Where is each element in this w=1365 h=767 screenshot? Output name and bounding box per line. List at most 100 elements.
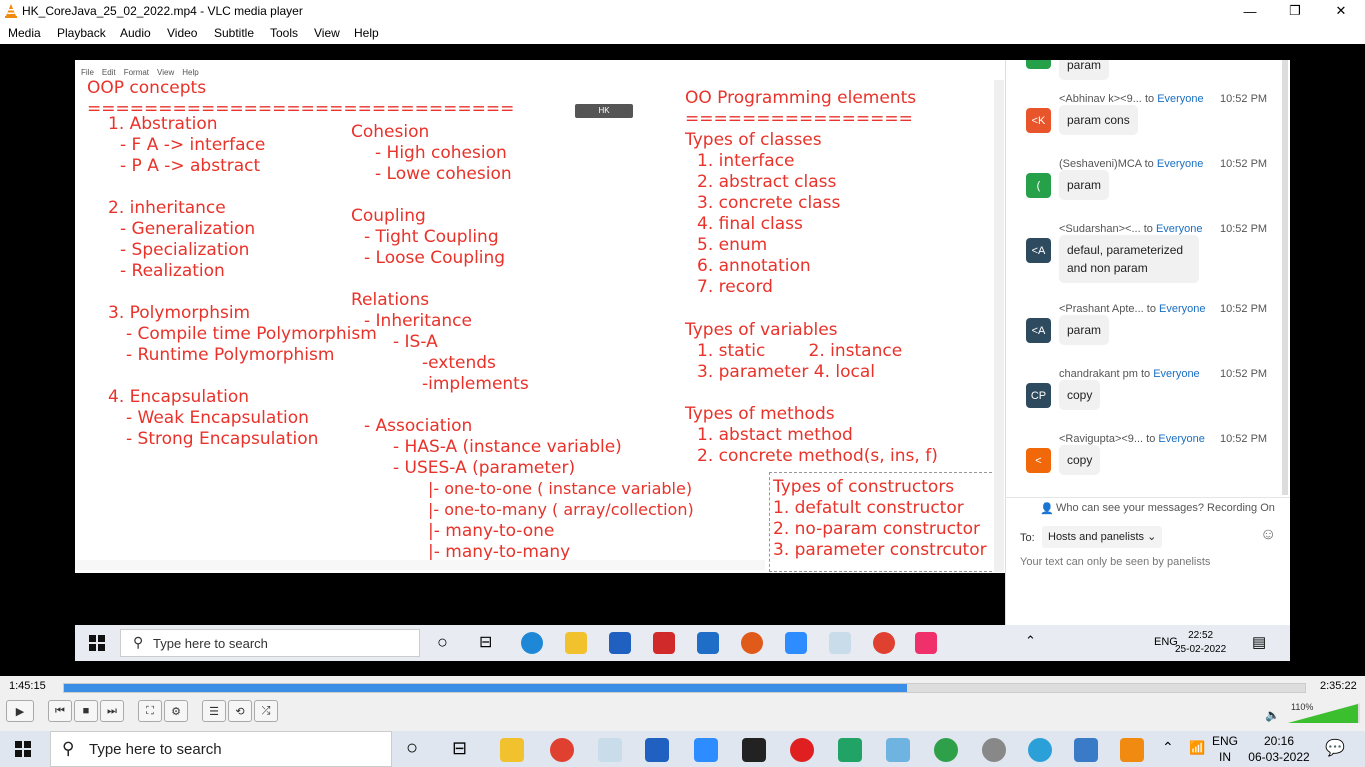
sticky-notes-icon[interactable] [742,738,766,762]
language-indicator[interactable]: ENG IN [1210,733,1240,765]
menu-audio[interactable]: Audio [120,26,151,40]
chat-scrollbar[interactable] [1282,60,1288,495]
avatar: <A [1026,238,1051,263]
record-icon[interactable] [741,632,763,654]
np-line: - USES-A (parameter) [393,458,576,478]
taskbar-search-box[interactable]: Type here to search [50,731,392,767]
wifi-icon[interactable]: 📶 [1189,740,1205,756]
notepad-window: File Edit Format View Help HK OOP concepts =… [75,60,1005,573]
task-view-icon[interactable]: ⊟ [452,738,467,759]
np-menu-help: Help [182,68,199,77]
menu-playback[interactable]: Playback [57,26,106,40]
snip-icon[interactable] [829,632,851,654]
chat-bubble: copy [1059,380,1101,410]
speaker-icon[interactable]: 🔈 [1265,708,1280,722]
gift-icon[interactable] [653,632,675,654]
window-title: HK_CoreJava_25_02_2022.mp4 - VLC media p… [22,4,303,18]
seek-progress [64,684,907,692]
menu-help[interactable]: Help [354,26,379,40]
windows-start-icon[interactable] [15,741,31,757]
snip-icon[interactable] [598,738,622,762]
next-button[interactable]: ⏭ [100,700,124,722]
zoom-icon[interactable] [694,738,718,762]
tool-icon[interactable] [982,738,1006,762]
avatar: CP [1026,383,1051,408]
inner-clock[interactable]: 22:52 25-02-2022 [1175,629,1226,657]
np-line: - IS-A [393,332,438,352]
menu-video[interactable]: Video [167,26,197,40]
np-line: - Association [364,416,473,436]
volume-slider[interactable] [1288,703,1360,723]
chrome-icon[interactable] [873,632,895,654]
file-explorer-icon[interactable] [565,632,587,654]
to-label: To: [1020,532,1035,544]
notification-icon[interactable]: ▤ [1252,633,1266,651]
chrome-icon[interactable] [550,738,574,762]
action-center-icon[interactable]: 💬 [1325,738,1345,758]
menu-tools[interactable]: Tools [270,26,298,40]
previous-button[interactable]: ⏮ [48,700,72,722]
stop-button[interactable]: ■ [74,700,98,722]
menu-subtitle[interactable]: Subtitle [214,26,254,40]
record-icon[interactable] [790,738,814,762]
excel-icon[interactable] [838,738,862,762]
app-icon[interactable] [886,738,910,762]
close-button[interactable]: ✕ [1318,0,1364,22]
menu-view[interactable]: View [314,26,340,40]
store-icon[interactable] [609,632,631,654]
menu-media[interactable]: Media [8,26,41,40]
cortana-icon[interactable]: ○ [437,632,448,653]
photos-icon[interactable] [1074,738,1098,762]
np-line: Cohesion [351,122,430,142]
store-icon[interactable] [645,738,669,762]
system-clock[interactable]: 20:16 06-03-2022 [1244,733,1314,765]
inner-taskbar: Type here to search ⚲ ○ ⊟ ⌃ ENG 22:52 25-… [75,625,1290,661]
edge-icon[interactable] [521,632,543,654]
vlc-icon[interactable] [1120,738,1144,762]
chat-bubble: param [1059,170,1110,200]
np-line: - Lowe cohesion [375,164,512,184]
cortana-icon[interactable]: ○ [406,737,418,760]
maximize-button[interactable]: ❐ [1272,0,1318,22]
vlc-cone-icon [5,4,17,18]
mail-icon[interactable] [697,632,719,654]
windows-taskbar: Type here to search ⚲ ○ ⊟ ⌃ 📶 ENG IN 20:1… [0,731,1365,767]
extended-settings-button[interactable]: ⚙ [164,700,188,722]
zoom-icon[interactable] [785,632,807,654]
minimize-button[interactable]: — [1227,0,1273,22]
title-bar: HK_CoreJava_25_02_2022.mp4 - VLC media p… [0,0,1365,22]
avatar [1026,60,1051,69]
np-line: |- one-to-one ( instance variable) [428,479,693,498]
chevron-up-icon[interactable]: ⌃ [1025,633,1036,649]
task-view-icon[interactable]: ⊟ [479,632,492,652]
chevron-down-icon: ⌄ [1147,531,1157,543]
windows-start-icon[interactable] [89,635,105,651]
notepad-vertical-scrollbar[interactable] [994,80,1004,572]
app-icon[interactable] [915,632,937,654]
emoji-icon[interactable]: ☺ [1260,526,1276,544]
playlist-button[interactable]: ☰ [202,700,226,722]
chat-time: 10:52 PM [1220,303,1268,315]
chevron-up-icon[interactable]: ⌃ [1162,739,1174,756]
shuffle-button[interactable]: ⤮ [254,700,278,722]
np-line: - F A -> interface [120,135,266,155]
recipient-dropdown[interactable]: Hosts and panelists ⌄ [1042,526,1163,548]
notepad-horizontal-scrollbar[interactable] [75,560,765,570]
file-explorer-icon[interactable] [500,738,524,762]
np-line: ================ [685,109,913,129]
chat-input-hint[interactable]: Your text can only be seen by panelists [1020,556,1210,568]
inner-search-box[interactable]: Type here to search [120,629,420,657]
chat-time: 10:52 PM [1220,368,1268,380]
chat-bubble: defaul, parameterized and non param [1059,235,1199,283]
seek-bar[interactable] [63,683,1306,693]
loop-button[interactable]: ⟲ [228,700,252,722]
np-line: - Weak Encapsulation [126,408,309,428]
eclipse-icon[interactable] [934,738,958,762]
fullscreen-button[interactable]: ⛶ [138,700,162,722]
np-menu-view: View [157,68,175,77]
np-menu-file: File [81,68,94,77]
chat-message-partial: param [1006,60,1290,80]
play-button[interactable]: ▶ [6,700,34,722]
np-line: 6. annotation [697,256,811,276]
telegram-icon[interactable] [1028,738,1052,762]
